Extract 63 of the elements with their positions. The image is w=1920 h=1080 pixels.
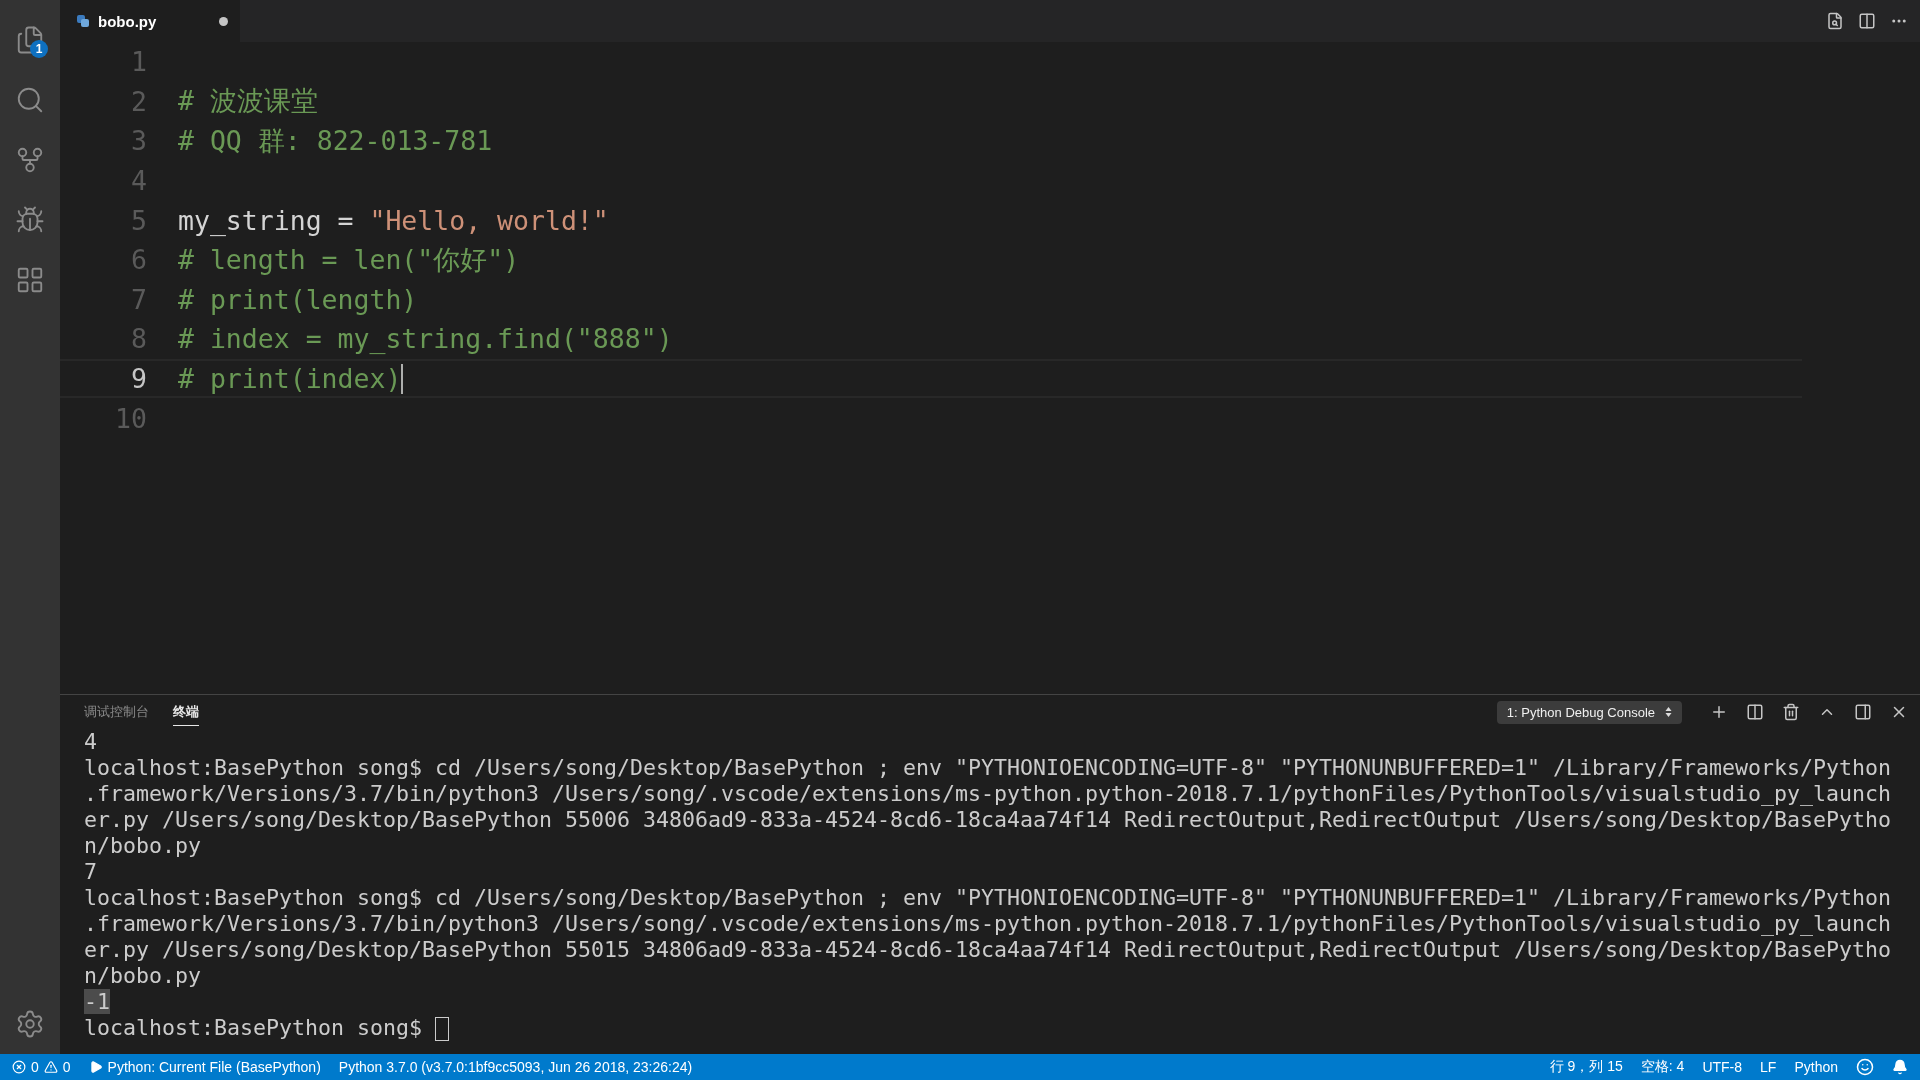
search-icon[interactable] (15, 85, 45, 115)
terminal-select[interactable]: 1: Python Debug Console (1496, 700, 1682, 724)
line-number: 7 (130, 283, 148, 315)
line-number: 1 (130, 46, 148, 78)
status-item[interactable]: LF (1760, 1059, 1777, 1075)
panel-layout-icon[interactable] (1854, 703, 1872, 721)
bell-icon[interactable] (1892, 1059, 1908, 1075)
warning-icon[interactable] (43, 1060, 58, 1074)
extensions-icon[interactable] (15, 265, 45, 295)
line-number: 5 (130, 204, 148, 236)
play-icon[interactable] (88, 1060, 103, 1074)
updown-caret-icon (1665, 706, 1672, 718)
status-item[interactable]: UTF-8 (1702, 1059, 1743, 1075)
terminal-line: 4 (84, 729, 97, 754)
terminal-line: n/bobo.py (84, 833, 201, 858)
code-line: # print(index) (178, 363, 404, 395)
split-editor-icon[interactable] (1858, 12, 1876, 30)
file-search-icon[interactable] (1826, 12, 1844, 30)
tab-label: bobo.py (98, 12, 157, 30)
line-number: 10 (114, 402, 148, 434)
source-control-icon[interactable] (15, 145, 45, 175)
terminal-line: localhost:BasePython song$ cd /Users/song/Desktop/BasePython ; env "PYTHONIOENCODING=UTF-8" "PYTHONUNBUFFERED=1" /Library/Frameworks/Python (84, 885, 1892, 910)
error-count[interactable]: 0 (31, 1059, 39, 1075)
python-file-icon (76, 14, 90, 28)
line-number: 4 (130, 165, 148, 197)
code-line: # 波波课堂 (178, 84, 318, 119)
panel-tab[interactable]: 终端 (173, 698, 199, 726)
error-icon[interactable] (12, 1060, 26, 1074)
terminal-line: er.py /Users/song/Desktop/BasePython 55015 34806ad9-833a-4524-8cd6-18ca4aa74f14 RedirectOutput,RedirectOutput /Users/song/Desktop/BasePytho (84, 937, 1892, 962)
status-item[interactable]: Python 3.7.0 (v3.7.0:1bf9cc5093, Jun 26 2018, 23:26:24) (338, 1059, 693, 1075)
terminal-line: localhost:BasePython song$ cd /Users/song/Desktop/BasePython ; env "PYTHONIOENCODING=UTF-8" "PYTHONUNBUFFERED=1" /Library/Frameworks/Python (84, 755, 1892, 780)
count-badge: 1 (30, 40, 48, 58)
terminal-line: .framework/Versions/3.7/bin/python3 /Users/song/.vscode/extensions/ms-python.python-2018.7.1/pythonFiles/PythonTools/visualstudio_py_launch (84, 781, 1892, 806)
code-line: # QQ 群: 822-013-781 (178, 124, 493, 158)
trash-icon[interactable] (1782, 703, 1800, 721)
plus-icon[interactable] (1710, 703, 1728, 721)
code-line: my_string = "Hello, world!" (178, 204, 609, 236)
files-icon[interactable] (15, 25, 45, 55)
terminal-line: 7 (84, 859, 97, 884)
warning-count[interactable]: 0 (62, 1059, 71, 1075)
terminal-line: n/bobo.py (84, 963, 201, 988)
smiley-icon[interactable] (1856, 1058, 1874, 1076)
terminal-line: .framework/Versions/3.7/bin/python3 /Users/song/.vscode/extensions/ms-python.python-2018.7.1/pythonFiles/PythonTools/visualstudio_py_launch (84, 911, 1892, 936)
line-number: 6 (130, 244, 148, 276)
terminal-line: er.py /Users/song/Desktop/BasePython 55006 34806ad9-833a-4524-8cd6-18ca4aa74f14 RedirectOutput,RedirectOutput /Users/song/Desktop/BasePytho (84, 807, 1892, 832)
line-number: 9 (130, 363, 148, 395)
code-line: # index = my_string.find("888") (178, 323, 673, 355)
line-number: 2 (130, 85, 148, 117)
code-line: # print(length) (178, 283, 418, 315)
split-terminal-icon[interactable] (1746, 703, 1764, 721)
status-item[interactable]: 行 9，列 15 (1549, 1058, 1623, 1076)
code-line: # length = len("你好") (178, 242, 520, 277)
status-item[interactable]: 空格: 4 (1640, 1058, 1685, 1076)
terminal-cursor (435, 1017, 449, 1041)
line-number: 3 (130, 125, 148, 157)
terminal-prompt: localhost:BasePython song$ (84, 1015, 423, 1040)
settings-icon[interactable] (15, 1009, 45, 1039)
line-number: 8 (130, 323, 148, 355)
debug-config-status[interactable]: Python: Current File (BasePython) (107, 1059, 321, 1075)
panel-tab[interactable]: 调试控制台 (84, 698, 149, 726)
status-item[interactable]: Python (1794, 1059, 1838, 1075)
debug-icon[interactable] (15, 205, 45, 235)
editor-tab[interactable]: bobo.py (60, 0, 240, 42)
